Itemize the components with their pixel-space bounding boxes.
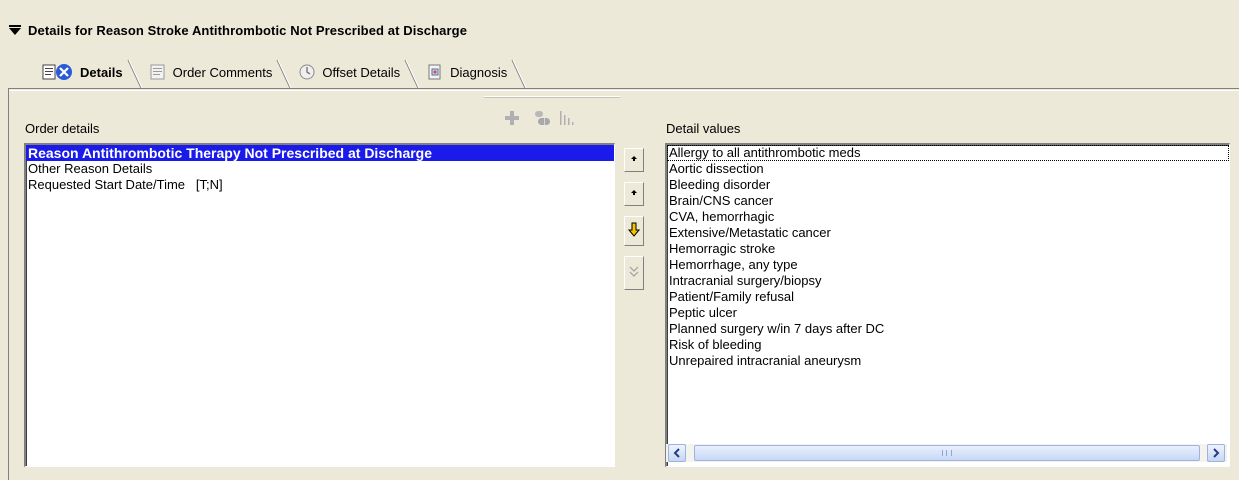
chevron-left-icon — [673, 446, 681, 461]
list-item[interactable]: Aortic dissection — [667, 161, 1229, 177]
add-icon[interactable] — [502, 108, 522, 128]
tab-order-comments-label: Order Comments — [172, 64, 273, 80]
list-item[interactable]: Bleeding disorder — [667, 177, 1229, 193]
list-item[interactable]: Intracranial surgery/biopsy — [667, 273, 1229, 289]
toolbar-divider-shadow — [484, 97, 620, 98]
scroll-right-button[interactable] — [1207, 444, 1225, 462]
clock-icon — [298, 63, 316, 81]
tab-diagnosis-label: Diagnosis — [450, 64, 508, 80]
horizontal-scrollbar[interactable] — [666, 444, 1227, 462]
grip-icon — [942, 450, 952, 456]
list-item[interactable]: Brain/CNS cancer — [667, 193, 1229, 209]
arrow-down-icon — [627, 222, 641, 241]
list-item[interactable]: Peptic ulcer — [667, 305, 1229, 321]
diagnosis-icon — [426, 63, 444, 81]
tab-diagnosis[interactable]: Diagnosis — [420, 58, 527, 89]
page-title: Details for Reason Stroke Antithrombotic… — [28, 22, 468, 38]
tab-strip: Details Order Comments Offset Details Di… — [36, 55, 527, 89]
list-item[interactable]: Allergy to all antithrombotic meds — [667, 145, 1229, 161]
list-item[interactable]: Other Reason Details — [26, 161, 614, 177]
tab-offset-details[interactable]: Offset Details — [292, 58, 420, 89]
collapse-arrow-icon[interactable] — [8, 23, 22, 37]
tab-details[interactable]: Details — [36, 58, 143, 89]
skip-down-button[interactable] — [624, 256, 644, 290]
move-down-icon — [630, 188, 638, 200]
order-details-list[interactable]: Reason Antithrombotic Therapy Not Prescr… — [24, 143, 615, 467]
tab-order-comments[interactable]: Order Comments — [142, 58, 292, 89]
move-down-button[interactable] — [624, 182, 644, 206]
list-item[interactable]: Risk of bleeding — [667, 337, 1229, 353]
order-toolbar — [484, 96, 620, 134]
detail-values-list[interactable]: Allergy to all antithrombotic meds Aorti… — [665, 143, 1230, 467]
pill-icon[interactable] — [532, 108, 552, 128]
tab-details-label: Details — [80, 64, 123, 80]
scroll-thumb[interactable] — [694, 445, 1200, 461]
list-item[interactable]: Extensive/Metastatic cancer — [667, 225, 1229, 241]
chevron-right-icon — [1212, 446, 1220, 461]
order-details-label: Order details — [25, 121, 100, 136]
details-header: Details for Reason Stroke Antithrombotic… — [0, 0, 1239, 46]
list-item[interactable]: CVA, hemorrhagic — [667, 209, 1229, 225]
header-title-row: Details for Reason Stroke Antithrombotic… — [8, 22, 467, 38]
move-up-icon — [630, 154, 638, 166]
comments-icon — [149, 63, 167, 81]
list-item[interactable]: Reason Antithrombotic Therapy Not Prescr… — [26, 145, 614, 161]
details-icon — [42, 63, 74, 81]
move-up-button[interactable] — [624, 148, 644, 172]
list-item[interactable]: Planned surgery w/in 7 days after DC — [667, 321, 1229, 337]
next-detail-button[interactable] — [624, 216, 644, 246]
list-item[interactable]: Requested Start Date/Time [T;N] — [26, 177, 614, 193]
double-chevron-down-icon — [629, 266, 639, 281]
tab-offset-details-label: Offset Details — [322, 64, 401, 80]
detail-values-label: Detail values — [666, 121, 741, 136]
list-item[interactable]: Patient/Family refusal — [667, 289, 1229, 305]
list-item[interactable]: Hemorragic stroke — [667, 241, 1229, 257]
chart-icon[interactable] — [558, 108, 578, 128]
list-item[interactable]: Unrepaired intracranial aneurysm — [667, 353, 1229, 369]
list-item[interactable]: Hemorrhage, any type — [667, 257, 1229, 273]
scroll-left-button[interactable] — [668, 444, 686, 462]
